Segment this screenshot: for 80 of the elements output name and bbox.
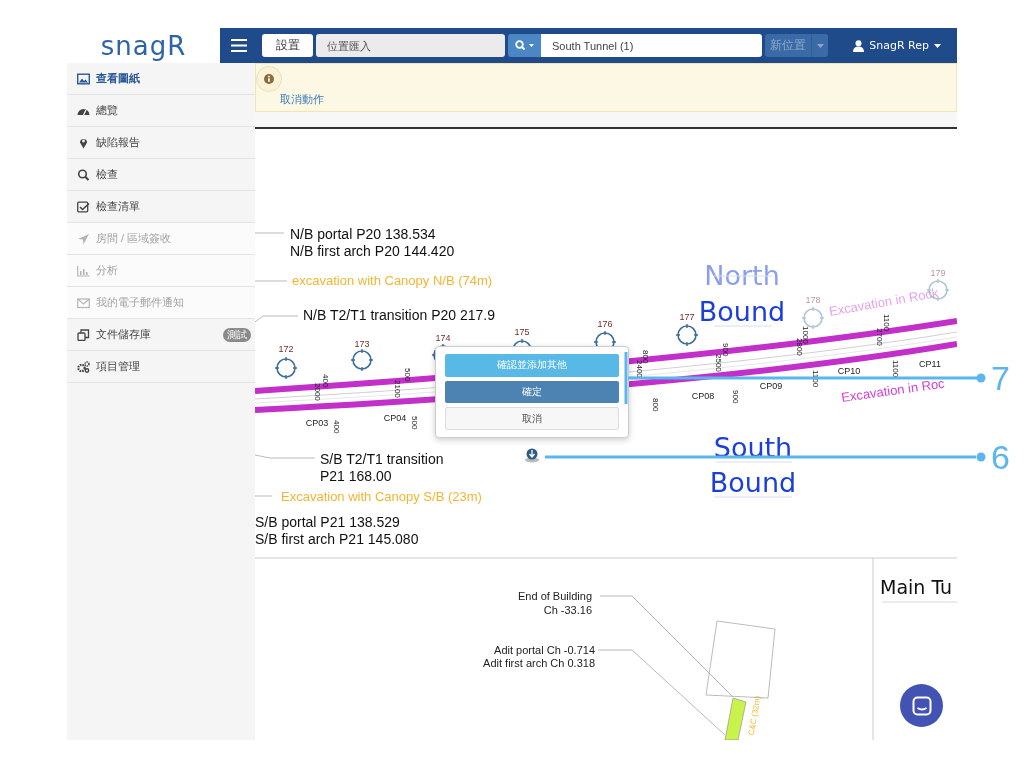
dimension-label: 1100 <box>811 370 820 388</box>
dimension-label: 2700 <box>875 328 884 346</box>
dimension-label: 800 <box>641 350 650 364</box>
dimension-label: 1100 <box>891 360 900 378</box>
dropdown-button[interactable] <box>811 34 828 57</box>
map-pin-icon <box>77 136 90 149</box>
station-number: 173 <box>354 339 370 349</box>
dimension-label: 500 <box>410 416 419 430</box>
drawing-label: Excavation with Canopy S/B (23m) <box>281 489 482 504</box>
menu-icon <box>231 39 247 52</box>
confirm-button[interactable]: 確定 <box>445 380 619 404</box>
gears-icon <box>77 360 90 373</box>
callout-number: 6 <box>991 438 1010 476</box>
drawing-label: S/B portal P21 138.529 <box>255 514 400 530</box>
callout-number: 7 <box>991 359 1010 397</box>
chat-icon <box>911 695 932 716</box>
dimension-label: 2500 <box>714 354 723 372</box>
caret-icon <box>934 43 941 48</box>
drawing-label: CP10 <box>837 366 861 376</box>
checkbox-icon <box>77 200 90 213</box>
search-icon <box>514 40 535 51</box>
drawing-label: P21 168.00 <box>320 468 392 484</box>
beta-badge: 測試 <box>223 327 251 342</box>
drawing-label: C&C (32m) <box>746 695 763 737</box>
station-number: 176 <box>597 319 613 329</box>
dimension-label: 1100 <box>882 314 891 332</box>
undo-link[interactable]: 取消動作 <box>280 93 324 105</box>
logo: snagR <box>100 32 187 59</box>
drawing-label: N/B portal P20 138.534 <box>290 226 436 242</box>
station-number: 174 <box>435 333 451 343</box>
drawing-label: N/B first arch P20 144.420 <box>290 243 455 259</box>
envelope-icon <box>77 296 90 309</box>
settings-button[interactable]: 設置 <box>262 34 313 57</box>
drawing-label: Main Tu <box>880 576 953 598</box>
dimension-label: 900 <box>721 343 730 357</box>
drawing-label: Ch -33.16 <box>543 604 592 616</box>
drawing-label: End of Building <box>518 590 592 602</box>
dimension-label: 2100 <box>393 380 402 398</box>
import-field[interactable]: 位置匯入 <box>316 34 505 57</box>
drawing-label: Adit portal Ch -0.714 <box>494 644 595 656</box>
dimension-label: 400 <box>321 374 330 388</box>
bar-chart-icon <box>77 264 90 277</box>
drawing-label: CP03 <box>305 418 329 428</box>
dimension-label: 500 <box>403 368 412 382</box>
drawing-label: CP04 <box>383 413 407 423</box>
drawing-label: CP11 <box>919 359 941 369</box>
adit-drawing <box>724 697 747 740</box>
direction-label: North <box>704 260 780 291</box>
drawing-label: CP08 <box>691 391 715 401</box>
dimension-label: 1000 <box>801 326 810 344</box>
search-button[interactable] <box>508 34 541 57</box>
user-menu[interactable]: SnagR Rep <box>853 39 941 52</box>
station-number: 179 <box>930 268 946 278</box>
dimension-label: 400 <box>332 420 341 434</box>
station-number: 177 <box>679 312 695 322</box>
caret-icon <box>816 43 824 48</box>
paper-plane-icon <box>77 232 90 245</box>
drawing-label: CP09 <box>759 381 783 391</box>
dimension-label: 900 <box>731 390 740 404</box>
cancel-button[interactable]: 取消 <box>445 407 619 430</box>
station-number: 178 <box>805 295 821 305</box>
drawing-label: N/B T2/T1 transition P20 217.9 <box>303 307 495 323</box>
dimension-label: 2000 <box>313 383 322 401</box>
search-icon <box>77 168 90 181</box>
drawing-label: excavation with Canopy N/B (74m) <box>292 273 493 288</box>
drawing-label: S/B first arch P21 145.080 <box>255 531 419 547</box>
dimension-label: 2800 <box>795 338 804 356</box>
location-field[interactable]: South Tunnel (1) <box>541 34 762 57</box>
station-number: 172 <box>278 344 294 354</box>
dimension-label: 2400 <box>635 360 644 378</box>
files-icon <box>77 328 90 341</box>
pin-icon <box>525 448 539 463</box>
drawing-label: Adit first arch Ch 0.318 <box>483 657 595 669</box>
dimension-label: 800 <box>651 398 660 412</box>
station-number: 175 <box>514 327 530 337</box>
user-icon <box>853 39 865 52</box>
image-icon <box>77 72 90 85</box>
direction-label: Bound <box>698 296 786 327</box>
drawing-label: S/B T2/T1 transition <box>320 451 444 467</box>
direction-label: Bound <box>709 467 797 498</box>
